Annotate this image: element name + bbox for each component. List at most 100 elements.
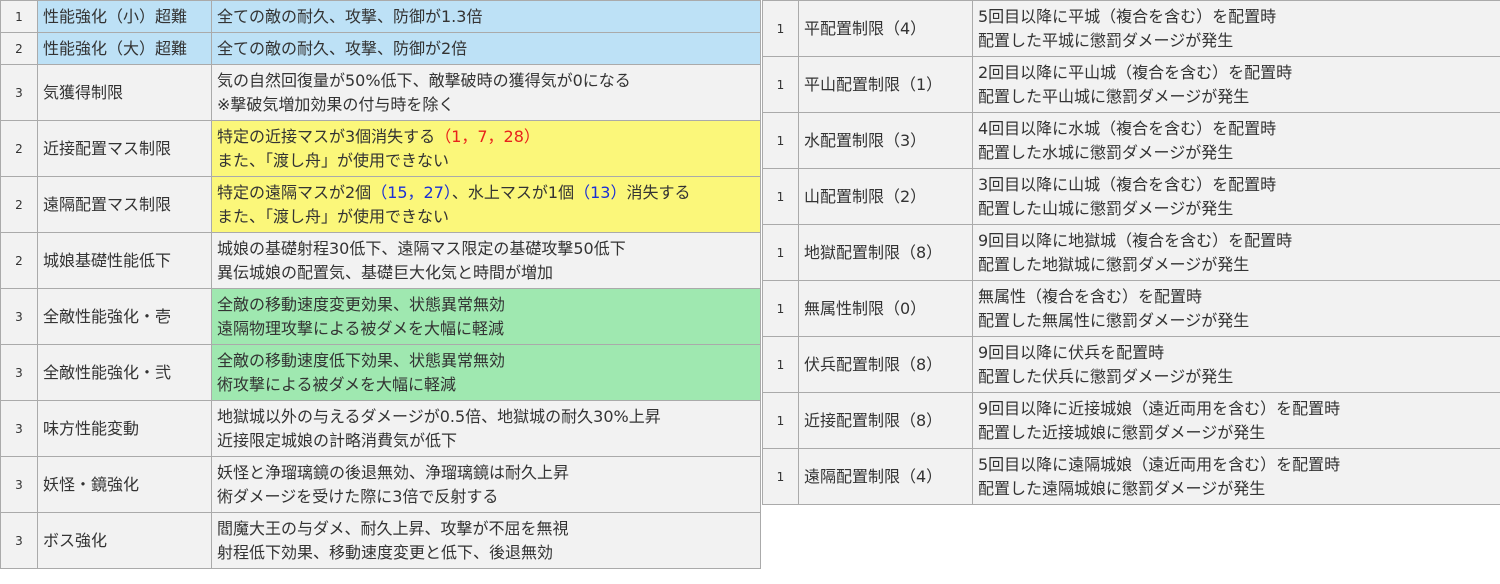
row-description: 4回目以降に水城（複合を含む）を配置時 配置した水城に懲罰ダメージが発生 [972, 112, 1500, 169]
table-row: 3 妖怪・鏡強化 妖怪と浄瑠璃鏡の後退無効、浄瑠璃鏡は耐久上昇 術ダメージを受け… [0, 456, 761, 513]
description-line: 9回目以降に近接城娘（遠近両用を含む）を配置時 [978, 398, 1341, 418]
table-row: 1 伏兵配置制限（8） 9回目以降に伏兵を配置時 配置した伏兵に懲罰ダメージが発… [762, 336, 1500, 393]
table-row: 3 ボス強化 閻魔大王の与ダメ、耐久上昇、攻撃が不屈を無視 射程低下効果、移動速… [0, 512, 761, 569]
description-line: 5回目以降に平城（複合を含む）を配置時 [978, 6, 1277, 26]
description-line: 配置した伏兵に懲罰ダメージが発生 [978, 366, 1234, 386]
description-line: 5回目以降に遠隔城娘（遠近両用を含む）を配置時 [978, 454, 1341, 474]
description-line: 無属性（複合を含む）を配置時 [978, 286, 1203, 306]
row-number: 1 [762, 112, 799, 169]
row-description: 3回目以降に山城（複合を含む）を配置時 配置した山城に懲罰ダメージが発生 [972, 168, 1500, 225]
right-placement-limit-table: 1 平配置制限（4） 5回目以降に平城（複合を含む）を配置時 配置した平城に懲罰… [762, 0, 1500, 505]
row-description: 全ての敵の耐久、攻撃、防御が1.3倍 [211, 0, 761, 33]
row-number: 1 [762, 0, 799, 57]
description-line: 閻魔大王の与ダメ、耐久上昇、攻撃が不屈を無視 [217, 518, 569, 538]
row-number: 1 [762, 336, 799, 393]
row-name: 遠隔配置制限（4） [798, 448, 973, 505]
row-name: 城娘基礎性能低下 [37, 232, 212, 289]
row-description: 2回目以降に平山城（複合を含む）を配置時 配置した平山城に懲罰ダメージが発生 [972, 56, 1500, 113]
description-line: 異伝城娘の配置気、基礎巨大化気と時間が増加 [217, 262, 554, 282]
row-description: 全敵の移動速度低下効果、状態異常無効 術攻撃による被ダメを大幅に軽減 [211, 344, 761, 401]
table-row: 1 性能強化（小）超難 全ての敵の耐久、攻撃、防御が1.3倍 [0, 0, 761, 33]
row-description: 5回目以降に遠隔城娘（遠近両用を含む）を配置時 配置した遠隔城娘に懲罰ダメージが… [972, 448, 1500, 505]
table-row: 2 性能強化（大）超難 全ての敵の耐久、攻撃、防御が2倍 [0, 32, 761, 65]
description-line: 城娘の基礎射程30低下、遠隔マス限定の基礎攻撃50低下 [217, 238, 626, 258]
row-name: 伏兵配置制限（8） [798, 336, 973, 393]
description-text: 特定の遠隔マスが2個 [217, 182, 372, 202]
description-line: 全敵の移動速度変更効果、状態異常無効 [217, 294, 506, 314]
row-name: 無属性制限（0） [798, 280, 973, 337]
row-description: 特定の近接マスが3個消失する（1，7，28） また、「渡し舟」が使用できない [211, 120, 761, 177]
description-line: 4回目以降に水城（複合を含む）を配置時 [978, 118, 1277, 138]
row-description: 城娘の基礎射程30低下、遠隔マス限定の基礎攻撃50低下 異伝城娘の配置気、基礎巨… [211, 232, 761, 289]
row-number: 1 [762, 224, 799, 281]
row-number: 1 [762, 168, 799, 225]
row-description: 特定の遠隔マスが2個（15，27）、水上マスが1個（13）消失する また、「渡し… [211, 176, 761, 233]
row-number: 1 [762, 392, 799, 449]
description-line: 配置した地獄城に懲罰ダメージが発生 [978, 254, 1250, 274]
row-name: 近接配置制限（8） [798, 392, 973, 449]
row-number: 1 [762, 56, 799, 113]
description-line: 配置した近接城娘に懲罰ダメージが発生 [978, 422, 1266, 442]
description-line: 遠隔物理攻撃による被ダメを大幅に軽減 [217, 318, 505, 338]
row-number: 3 [0, 344, 38, 401]
row-number: 3 [0, 288, 38, 345]
description-line: 近接限定城娘の計略消費気が低下 [217, 430, 458, 450]
row-name: 近接配置マス制限 [37, 120, 212, 177]
table-row: 1 水配置制限（3） 4回目以降に水城（複合を含む）を配置時 配置した水城に懲罰… [762, 112, 1500, 169]
table-row: 1 近接配置制限（8） 9回目以降に近接城娘（遠近両用を含む）を配置時 配置した… [762, 392, 1500, 449]
row-description: 閻魔大王の与ダメ、耐久上昇、攻撃が不屈を無視 射程低下効果、移動速度変更と低下、… [211, 512, 761, 569]
description-line: 配置した無属性に懲罰ダメージが発生 [978, 310, 1250, 330]
row-name: 水配置制限（3） [798, 112, 973, 169]
row-number: 1 [0, 0, 38, 33]
description-line: 2回目以降に平山城（複合を含む）を配置時 [978, 62, 1293, 82]
description-line: 全敵の移動速度低下効果、状態異常無効 [217, 350, 506, 370]
description-line: 配置した山城に懲罰ダメージが発生 [978, 198, 1234, 218]
description-line: 全ての敵の耐久、攻撃、防御が1.3倍 [217, 6, 483, 26]
description-text: 消失する [626, 182, 691, 202]
row-description: 9回目以降に近接城娘（遠近両用を含む）を配置時 配置した近接城娘に懲罰ダメージが… [972, 392, 1500, 449]
description-line: 気の自然回復量が50%低下、敵撃破時の獲得気が0になる [217, 70, 631, 90]
table-row: 1 平山配置制限（1） 2回目以降に平山城（複合を含む）を配置時 配置した平山城… [762, 56, 1500, 113]
row-name: 気獲得制限 [37, 64, 212, 121]
description-line: 配置した平山城に懲罰ダメージが発生 [978, 86, 1250, 106]
row-number: 2 [0, 32, 38, 65]
table-row: 2 遠隔配置マス制限 特定の遠隔マスが2個（15，27）、水上マスが1個（13）… [0, 176, 761, 233]
table-row: 3 全敵性能強化・弐 全敵の移動速度低下効果、状態異常無効 術攻撃による被ダメを… [0, 344, 761, 401]
description-line: 配置した平城に懲罰ダメージが発生 [978, 30, 1234, 50]
row-name: 平配置制限（4） [798, 0, 973, 57]
description-line: 3回目以降に山城（複合を含む）を配置時 [978, 174, 1277, 194]
row-description: 地獄城以外の与えるダメージが0.5倍、地獄城の耐久30%上昇 近接限定城娘の計略… [211, 400, 761, 457]
row-number: 3 [0, 512, 38, 569]
description-line: 地獄城以外の与えるダメージが0.5倍、地獄城の耐久30%上昇 [217, 406, 661, 426]
row-name: 味方性能変動 [37, 400, 212, 457]
row-description: 気の自然回復量が50%低下、敵撃破時の獲得気が0になる ※撃破気増加効果の付与時… [211, 64, 761, 121]
row-number: 3 [0, 64, 38, 121]
row-number: 2 [0, 232, 38, 289]
description-line: 射程低下効果、移動速度変更と低下、後退無効 [217, 542, 554, 562]
row-description: 9回目以降に地獄城（複合を含む）を配置時 配置した地獄城に懲罰ダメージが発生 [972, 224, 1500, 281]
table-row: 2 城娘基礎性能低下 城娘の基礎射程30低下、遠隔マス限定の基礎攻撃50低下 異… [0, 232, 761, 289]
description-line: 9回目以降に地獄城（複合を含む）を配置時 [978, 230, 1293, 250]
table-row: 1 山配置制限（2） 3回目以降に山城（複合を含む）を配置時 配置した山城に懲罰… [762, 168, 1500, 225]
row-number: 1 [762, 280, 799, 337]
description-line: 全ての敵の耐久、攻撃、防御が2倍 [217, 38, 468, 58]
row-number: 2 [0, 120, 38, 177]
left-penalty-table: 1 性能強化（小）超難 全ての敵の耐久、攻撃、防御が1.3倍 2 性能強化（大）… [0, 0, 761, 569]
highlight-numbers: （15，27） [371, 182, 452, 202]
table-row: 1 平配置制限（4） 5回目以降に平城（複合を含む）を配置時 配置した平城に懲罰… [762, 0, 1500, 57]
description-line: 配置した遠隔城娘に懲罰ダメージが発生 [978, 478, 1266, 498]
row-description: 5回目以降に平城（複合を含む）を配置時 配置した平城に懲罰ダメージが発生 [972, 0, 1500, 57]
description-line: ※撃破気増加効果の付与時を除く [217, 94, 455, 114]
row-description: 無属性（複合を含む）を配置時 配置した無属性に懲罰ダメージが発生 [972, 280, 1500, 337]
highlight-numbers: （1，7，28） [435, 126, 540, 146]
description-text: 、水上マスが1個 [451, 182, 575, 202]
description-line: 妖怪と浄瑠璃鏡の後退無効、浄瑠璃鏡は耐久上昇 [217, 462, 570, 482]
row-number: 3 [0, 400, 38, 457]
description-line: また、「渡し舟」が使用できない [217, 150, 450, 170]
description-line: 術攻撃による被ダメを大幅に軽減 [217, 374, 457, 394]
description-line: また、「渡し舟」が使用できない [217, 206, 450, 226]
description-line: 配置した水城に懲罰ダメージが発生 [978, 142, 1234, 162]
description-text: 特定の近接マスが3個消失する [217, 126, 436, 146]
table-row: 2 近接配置マス制限 特定の近接マスが3個消失する（1，7，28） また、「渡し… [0, 120, 761, 177]
table-row: 3 味方性能変動 地獄城以外の与えるダメージが0.5倍、地獄城の耐久30%上昇 … [0, 400, 761, 457]
